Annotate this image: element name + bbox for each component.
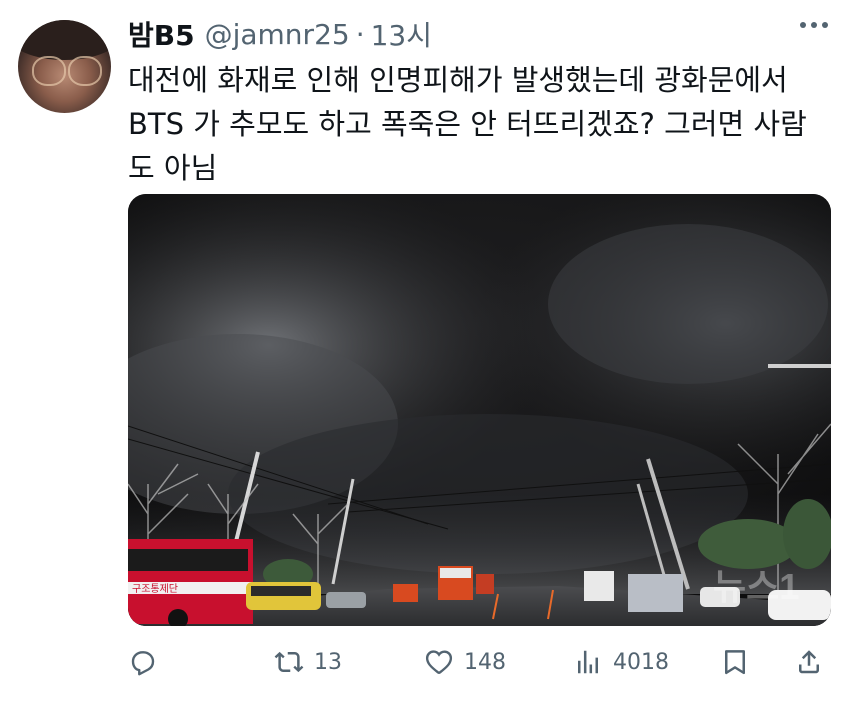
like-count: 148 (464, 649, 506, 675)
share-button[interactable] (794, 642, 824, 682)
views-button[interactable]: 4018 (573, 642, 669, 682)
view-count: 4018 (613, 649, 669, 675)
heart-icon (425, 650, 453, 674)
reply-icon (131, 651, 155, 676)
more-dot (811, 22, 817, 28)
avatar-hair (18, 20, 111, 60)
tweet-line: 도 아님 (128, 151, 218, 185)
fire-smoke-photo: 구조통제단 뉴스1 (128, 194, 831, 626)
bookmark-button[interactable] (720, 642, 750, 682)
tweet-line: BTS 가 추모도 하고 폭죽은 안 터뜨리겠죠? 그러면 사람 (128, 107, 807, 141)
tweet-line: 대전에 화재로 인해 인명피해가 발생했는데 광화문에서 (128, 63, 788, 97)
action-bar: 13 148 4018 (128, 642, 828, 682)
user-handle[interactable]: @jamnr25 (205, 18, 350, 51)
news-watermark: 뉴스1 (713, 566, 799, 607)
tweet-text: 대전에 화재로 인해 인명피해가 발생했는데 광화문에서 BTS 가 추모도 하… (128, 58, 828, 190)
more-dot (822, 22, 828, 28)
avatar-glasses-right (68, 56, 102, 86)
truck-label: 구조통제단 (132, 583, 178, 595)
retweet-icon (274, 651, 304, 673)
more-dot (800, 22, 806, 28)
tweet-header: 밤B5 @jamnr25 · 13시 (128, 14, 432, 54)
like-button[interactable]: 148 (424, 642, 506, 682)
retweet-count: 13 (314, 649, 342, 675)
bookmark-icon (725, 650, 745, 675)
display-name[interactable]: 밤B5 (128, 14, 195, 54)
post-time[interactable]: 13시 (371, 14, 432, 54)
separator-dot: · (355, 17, 365, 51)
avatar-glasses-left (32, 56, 66, 86)
share-icon (799, 650, 819, 674)
retweet-button[interactable]: 13 (274, 642, 342, 682)
more-icon[interactable] (800, 22, 828, 28)
avatar[interactable] (18, 20, 111, 113)
reply-button[interactable] (128, 642, 168, 682)
views-icon (578, 650, 598, 674)
tweet-media-photo[interactable]: 구조통제단 뉴스1 (128, 194, 831, 626)
